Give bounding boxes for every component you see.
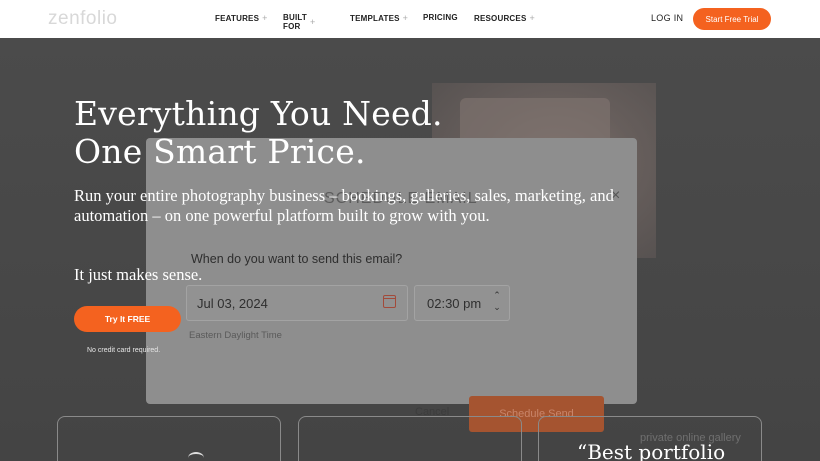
nav-resources-label: RESOURCES — [474, 13, 527, 23]
feature-card-2[interactable] — [298, 416, 522, 461]
time-value: 02:30 pm — [427, 296, 482, 311]
headline-line-2: One Smart Price. — [74, 132, 366, 171]
stepper-up-icon[interactable]: ⌃ — [491, 289, 503, 301]
date-value: Jul 03, 2024 — [197, 296, 268, 311]
plus-icon: + — [529, 13, 535, 23]
nav-built-for[interactable]: BUILT FOR + — [283, 13, 315, 31]
nav-resources[interactable]: RESOURCES + — [474, 13, 535, 23]
nav-features[interactable]: FEATURES + — [215, 13, 268, 23]
plus-icon: + — [262, 13, 268, 23]
headline-line-1: Everything You Need. — [74, 94, 443, 133]
nav-built-for-label: BUILT FOR — [283, 13, 307, 31]
modal-question: When do you want to send this email? — [191, 252, 403, 266]
hero-headline: Everything You Need. One Smart Price. — [74, 95, 443, 171]
try-it-free-button[interactable]: Try It FREE — [74, 306, 181, 332]
stepper-down-icon[interactable]: ⌄ — [491, 301, 503, 313]
start-free-trial-button[interactable]: Start Free Trial — [693, 8, 771, 30]
top-nav: zenfolio FEATURES + BUILT FOR + TEMPLATES +… — [0, 0, 820, 38]
stepper-icon[interactable]: ⌃ ⌄ — [491, 289, 503, 317]
hero-subtext: Run your entire photography business – b… — [74, 186, 614, 225]
nav-pricing-label: PRICING — [423, 13, 458, 22]
nav-templates-label: TEMPLATES — [350, 13, 400, 23]
hero-tagline: It just makes sense. — [74, 265, 203, 284]
no-credit-card-note: No credit card required. — [87, 347, 161, 354]
feature-card-1[interactable] — [57, 416, 281, 461]
quote-mark-icon — [188, 452, 204, 461]
schedule-email-modal — [146, 138, 637, 404]
calendar-icon[interactable] — [383, 295, 396, 308]
plus-icon: + — [309, 17, 316, 27]
card3-quote: “Best portfolio — [577, 440, 726, 461]
zenfolio-logo[interactable]: zenfolio — [48, 8, 118, 30]
nav-features-label: FEATURES — [215, 13, 260, 23]
login-link[interactable]: LOG IN — [651, 13, 683, 23]
timezone-label: Eastern Daylight Time — [189, 330, 282, 341]
plus-icon: + — [402, 13, 409, 23]
nav-templates[interactable]: TEMPLATES + — [350, 13, 408, 23]
nav-pricing[interactable]: PRICING — [423, 13, 458, 22]
